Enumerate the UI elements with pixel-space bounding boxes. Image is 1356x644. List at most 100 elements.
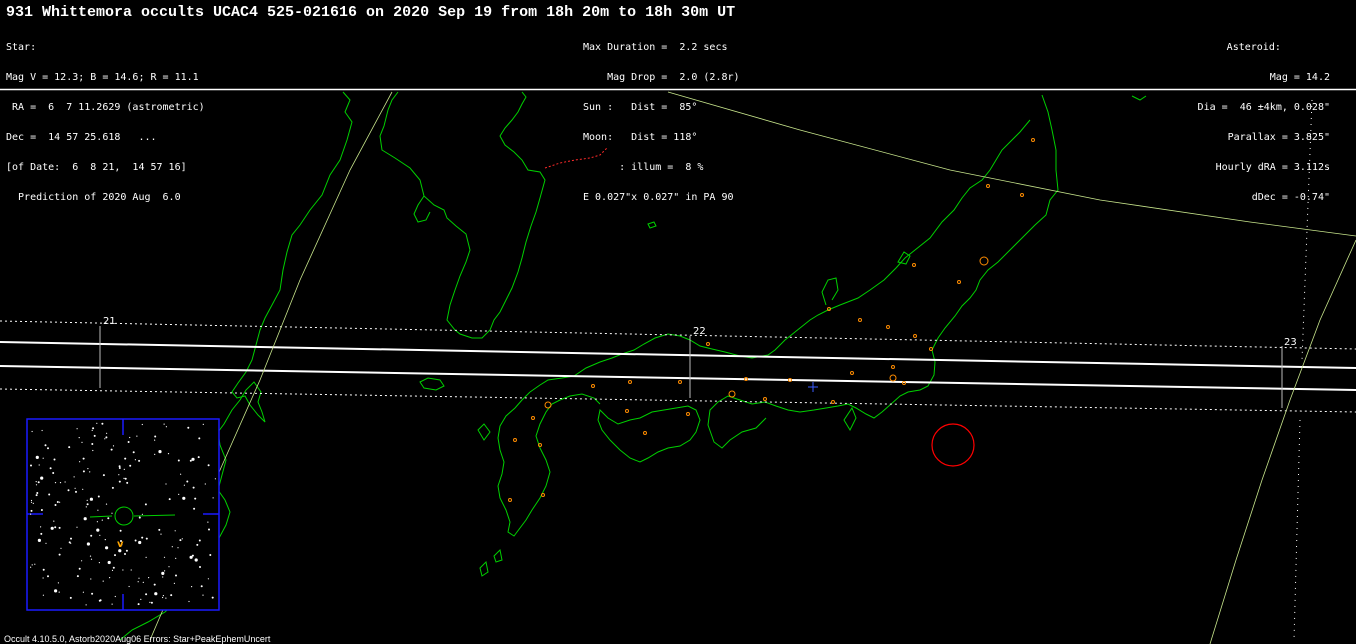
coastline-island-4 bbox=[1131, 95, 1147, 101]
star bbox=[92, 449, 94, 452]
star bbox=[42, 457, 44, 459]
star bbox=[125, 549, 128, 552]
star bbox=[123, 477, 125, 479]
star bbox=[53, 520, 55, 522]
star-info-line: Dec = 14 57 25.618 ... bbox=[6, 132, 157, 143]
star bbox=[180, 473, 182, 475]
star bbox=[31, 564, 33, 566]
star bbox=[53, 458, 56, 461]
star bbox=[73, 476, 75, 478]
star bbox=[96, 521, 98, 523]
star bbox=[170, 594, 173, 597]
asteroid-info-line: Dia = 46 ±4km, 0.028" bbox=[1197, 102, 1330, 113]
star bbox=[107, 560, 111, 565]
star bbox=[124, 477, 127, 480]
star bbox=[211, 596, 214, 599]
star bbox=[138, 577, 140, 579]
star bbox=[199, 566, 201, 568]
coastline-island-2 bbox=[493, 548, 503, 563]
star bbox=[93, 434, 96, 437]
star bbox=[107, 517, 110, 520]
star bbox=[78, 567, 81, 570]
star bbox=[209, 554, 212, 556]
star bbox=[47, 447, 49, 450]
star bbox=[129, 436, 131, 439]
star bbox=[142, 581, 144, 584]
star bbox=[68, 446, 71, 449]
star bbox=[122, 569, 124, 571]
star bbox=[60, 547, 62, 549]
star bbox=[45, 542, 47, 544]
star bbox=[101, 422, 104, 425]
coastline-oki bbox=[419, 377, 445, 391]
sub-solar-circle bbox=[931, 423, 975, 467]
star bbox=[162, 576, 164, 578]
star bbox=[150, 601, 153, 604]
star bbox=[64, 481, 66, 483]
star bbox=[36, 492, 39, 494]
star bbox=[197, 456, 200, 459]
star bbox=[111, 569, 114, 572]
coastline-izu-peninsula bbox=[843, 406, 857, 432]
star bbox=[105, 546, 109, 550]
star bbox=[79, 461, 81, 463]
star bbox=[76, 575, 79, 578]
star bbox=[40, 526, 42, 528]
star bbox=[141, 423, 143, 426]
star bbox=[98, 599, 101, 602]
star bbox=[54, 504, 57, 506]
event-info-line: Max Duration = 2.2 secs bbox=[583, 42, 728, 53]
star bbox=[187, 426, 190, 429]
star bbox=[82, 591, 84, 593]
event-info-line: E 0.027"x 0.027" in PA 90 bbox=[583, 192, 734, 203]
coastline-kyushu bbox=[497, 391, 601, 537]
star bbox=[102, 474, 105, 477]
star bbox=[111, 486, 114, 489]
star bbox=[145, 556, 147, 559]
star bbox=[52, 472, 55, 474]
star bbox=[40, 532, 43, 535]
star bbox=[168, 498, 171, 501]
star bbox=[67, 489, 70, 492]
star bbox=[204, 483, 206, 485]
event-info-line: Moon: Dist = 118° bbox=[583, 132, 698, 143]
page-title: 931 Whittemora occults UCAC4 525-021616 … bbox=[6, 4, 736, 21]
star bbox=[96, 528, 100, 532]
star bbox=[178, 493, 180, 495]
star bbox=[189, 459, 192, 462]
star bbox=[75, 490, 77, 493]
star bbox=[90, 578, 92, 580]
star bbox=[112, 445, 115, 447]
star bbox=[101, 519, 103, 521]
star bbox=[59, 482, 62, 484]
star-chart-frame bbox=[26, 418, 220, 611]
star bbox=[179, 539, 182, 542]
star bbox=[118, 480, 121, 483]
event-info-line: Sun : Dist = 85° bbox=[583, 102, 698, 113]
star bbox=[128, 585, 130, 588]
star bbox=[96, 422, 98, 424]
star bbox=[82, 488, 84, 490]
star bbox=[212, 497, 214, 499]
star bbox=[175, 574, 177, 577]
star bbox=[154, 435, 157, 438]
star bbox=[163, 556, 166, 558]
coastline-mainland-asia bbox=[217, 91, 353, 433]
star bbox=[126, 481, 129, 484]
star bbox=[30, 509, 33, 512]
star bbox=[86, 499, 88, 501]
path-south-limit bbox=[0, 365, 1356, 391]
star bbox=[171, 546, 173, 548]
star bbox=[191, 586, 193, 588]
star bbox=[35, 494, 38, 497]
coastline-island-1 bbox=[479, 560, 489, 577]
star-info-line: Prediction of 2020 Aug 6.0 bbox=[6, 192, 181, 203]
star bbox=[42, 577, 44, 579]
star-info-line: Star: bbox=[6, 42, 37, 53]
star bbox=[30, 501, 33, 503]
star-info-line: RA = 6 7 11.2629 (astrometric) bbox=[6, 102, 205, 113]
star bbox=[89, 471, 91, 473]
star bbox=[168, 566, 170, 568]
star bbox=[144, 503, 147, 506]
star bbox=[99, 534, 101, 536]
